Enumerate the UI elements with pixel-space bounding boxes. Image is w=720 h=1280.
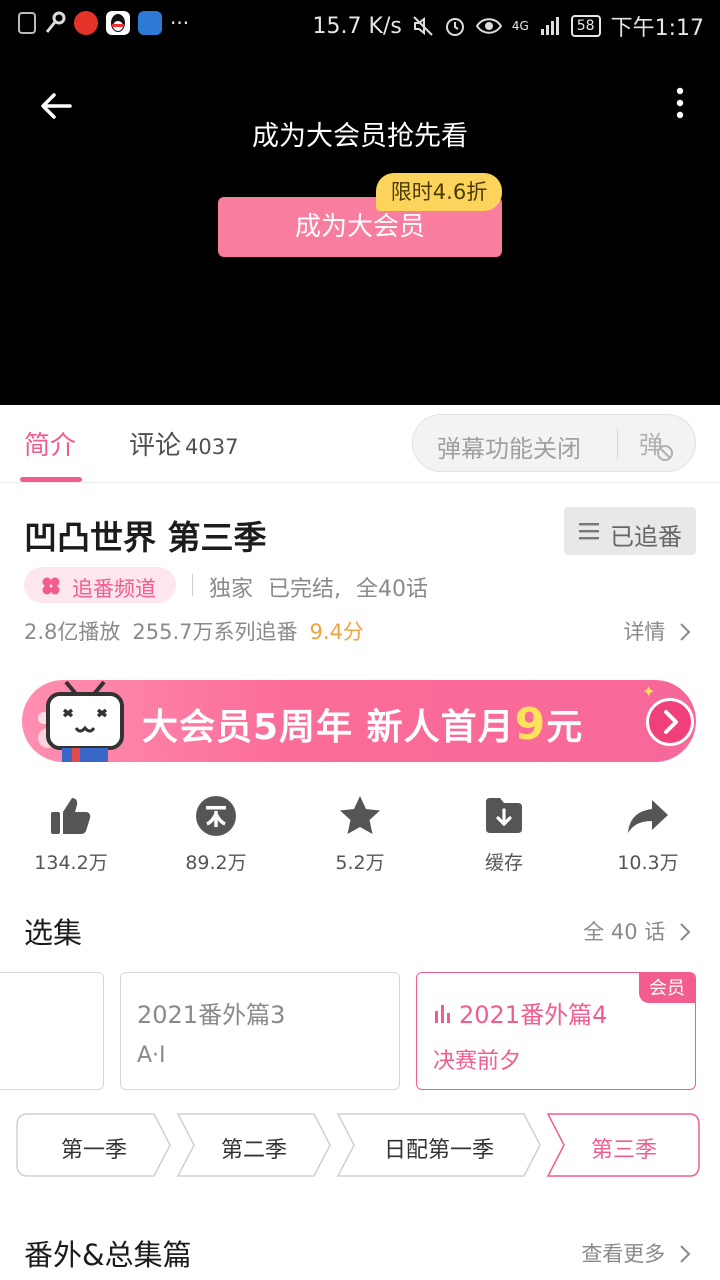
clover-icon [42, 577, 60, 595]
alarm-icon [445, 18, 464, 36]
share-button[interactable]: 10.3万 [588, 794, 708, 875]
active-tab-indicator [20, 477, 82, 482]
season-chip-2[interactable]: 第二季 [176, 1113, 332, 1177]
favorite-count: 5.2万 [335, 852, 385, 874]
discount-badge: 限时4.6折 [376, 173, 502, 211]
vip-badge: 会员 [639, 973, 695, 1003]
season-label: 日配第一季 [383, 1138, 494, 1163]
banner-text-main: 大会员5周年 新人首月 [142, 707, 515, 748]
favorite-button[interactable]: 5.2万 [300, 794, 420, 875]
chevron-right-icon [680, 623, 691, 641]
meta-divider [192, 574, 193, 596]
extras-more-link[interactable]: 查看更多 [581, 1238, 692, 1268]
details-label: 详情 [623, 620, 666, 644]
season-label: 第二季 [220, 1138, 287, 1163]
status-right: 15.7 K/s 4G 58 下午1:17 [313, 10, 704, 42]
thumbs-up-icon [51, 798, 91, 834]
signal-icon [540, 17, 559, 35]
sparkle-icon: ✦ [642, 682, 656, 701]
network-type: 4G [511, 19, 529, 33]
tab-comments[interactable]: 评论 4037 [129, 425, 238, 462]
chevron-right-icon [680, 923, 691, 941]
season-chip-3[interactable]: 日配第一季 [336, 1113, 542, 1177]
season-label: 第一季 [60, 1138, 127, 1163]
episode-total: 全 40 话 [583, 920, 666, 944]
video-player[interactable]: ··· 15.7 K/s 4G 58 下午1:17 成为大会员抢先看 成为大会员… [0, 0, 720, 405]
status-bar: ··· 15.7 K/s 4G 58 下午1:17 [0, 0, 720, 50]
show-score: 9.4分 [309, 620, 364, 644]
download-icon [486, 798, 522, 833]
show-stats: 2.8亿播放 255.7万系列追番 9.4分 [24, 616, 364, 646]
banner-text: 大会员5周年 新人首月9元 [142, 698, 583, 750]
chevron-right-icon [664, 710, 678, 734]
eye-icon [475, 18, 502, 34]
browser-icon [138, 11, 162, 35]
danmaku-status: 弹幕功能关闭 [437, 435, 581, 463]
banner-price: 9 [514, 699, 547, 750]
follow-button-label: 已追番 [610, 523, 682, 551]
danmaku-divider [617, 429, 618, 459]
channel-label: 追番频道 [72, 577, 156, 601]
coin-icon [196, 796, 236, 836]
season-label: 第三季 [590, 1138, 657, 1163]
play-count: 2.8亿播放 [24, 620, 121, 644]
episode-title: 2021番外篇4 [433, 995, 607, 1030]
cache-label: 缓存 [484, 852, 523, 874]
coin-button[interactable]: 89.2万 [156, 794, 276, 875]
tab-intro[interactable]: 简介 [24, 425, 76, 462]
series-follow-count: 255.7万系列追番 [132, 620, 298, 644]
episode-card-active[interactable]: 2021番外篇4 决赛前夕 会员 [416, 972, 696, 1090]
episode-subtitle: 决赛前夕 [433, 1049, 522, 1074]
cache-button[interactable]: 缓存 [444, 794, 564, 875]
episode-card[interactable]: 2 ) [0, 972, 104, 1090]
vip-promo-text: 成为大会员抢先看 [252, 121, 468, 152]
all-episodes-link[interactable]: 全 40 话 [583, 916, 692, 946]
banner-go-button[interactable] [646, 698, 694, 746]
extras-more-label: 查看更多 [581, 1242, 666, 1266]
qq-icon [106, 11, 130, 35]
list-icon [579, 523, 599, 540]
mute-icon [413, 16, 433, 36]
channel-tag[interactable]: 追番频道 [24, 567, 176, 603]
danmaku-off-icon[interactable]: 弹 [637, 425, 677, 465]
season-chip-1[interactable]: 第一季 [16, 1113, 172, 1177]
playing-bars-icon [435, 1005, 450, 1023]
season-chip-4[interactable]: 第三季 [546, 1113, 702, 1177]
clipboard-icon [18, 12, 36, 34]
share-icon [628, 800, 668, 833]
follow-button[interactable]: 已追番 [564, 507, 696, 555]
like-button[interactable]: 134.2万 [11, 794, 131, 875]
extras-title: 番外&总集篇 [24, 1238, 192, 1272]
battery-level: 58 [570, 15, 601, 37]
banner-text-unit: 元 [546, 707, 584, 748]
episode-title-text: 2021番外篇4 [459, 1001, 608, 1029]
share-count: 10.3万 [617, 852, 679, 874]
danmaku-input[interactable]: 弹幕功能关闭 弹 [412, 414, 696, 472]
netease-music-icon [74, 11, 98, 35]
episode-subtitle: A·I [137, 1043, 166, 1068]
notification-icons: ··· [18, 11, 189, 35]
clock: 下午1:17 [610, 16, 704, 41]
show-title: 凹凸世界 第三季 [24, 518, 267, 557]
show-meta: 独家 已完结, 全40话 [209, 577, 428, 602]
like-count: 134.2万 [34, 852, 108, 874]
comment-count: 4037 [185, 435, 239, 459]
key-icon [44, 11, 66, 35]
chevron-right-icon [680, 1245, 691, 1263]
episodes-title: 选集 [24, 916, 83, 950]
action-bar: 134.2万 89.2万 5.2万 缓存 10.3万 [0, 794, 720, 884]
vip-anniversary-banner[interactable]: 大会员5周年 新人首月9元 ✦ [22, 680, 696, 762]
more-notifications-icon: ··· [170, 11, 190, 35]
star-icon [340, 796, 380, 834]
coin-count: 89.2万 [185, 852, 247, 874]
tv-mascot-icon [38, 680, 124, 762]
details-link[interactable]: 详情 [623, 616, 692, 646]
episode-card[interactable]: 2021番外篇3 A·I [120, 972, 400, 1090]
episode-title: 2021番外篇3 [137, 1001, 286, 1029]
network-speed: 15.7 K/s [312, 13, 402, 39]
tab-comments-label: 评论 [129, 431, 182, 461]
